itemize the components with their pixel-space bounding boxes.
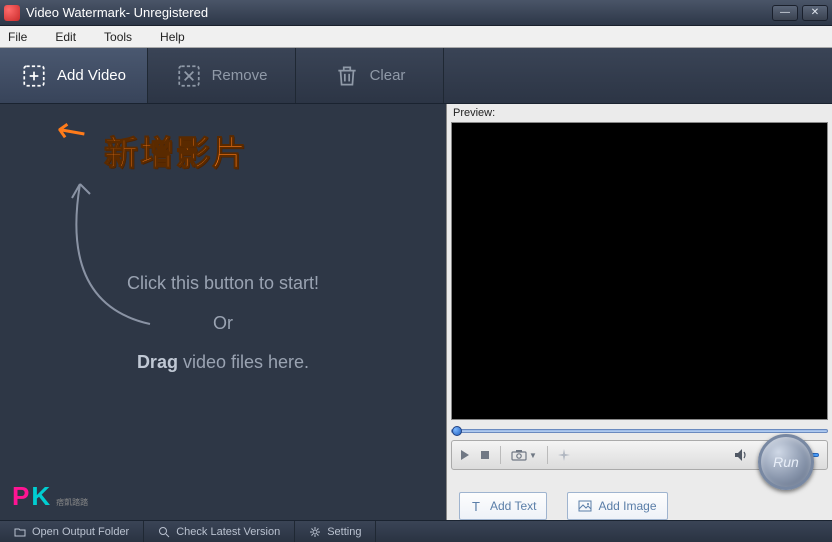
menu-edit[interactable]: Edit: [55, 30, 76, 44]
stop-button[interactable]: [480, 450, 490, 460]
preview-label: Preview:: [447, 104, 832, 122]
play-button[interactable]: [460, 450, 470, 460]
main-body: ↖ 新增影片 Click this button to start! Or Dr…: [0, 104, 832, 520]
trash-icon: [334, 63, 360, 89]
clear-label: Clear: [370, 67, 406, 84]
camera-icon: [511, 449, 527, 461]
effects-button[interactable]: [558, 449, 570, 461]
toolbar: Add Video Remove Clear: [0, 48, 832, 104]
menu-help[interactable]: Help: [160, 30, 185, 44]
window-controls: — ✕: [772, 5, 828, 21]
hint-drag-rest: video files here.: [178, 352, 309, 372]
add-image-label: Add Image: [598, 499, 656, 513]
text-icon: T: [470, 499, 484, 513]
add-text-button[interactable]: T Add Text: [459, 492, 547, 520]
add-video-label: Add Video: [57, 67, 126, 84]
setting-label: Setting: [327, 526, 361, 538]
title-bar: Video Watermark- Unregistered — ✕: [0, 0, 832, 26]
separator: [547, 446, 548, 464]
seek-track[interactable]: [451, 429, 828, 433]
seek-slider[interactable]: [451, 424, 828, 438]
folder-icon: [14, 526, 26, 538]
gear-icon: [309, 526, 321, 538]
remove-button[interactable]: Remove: [148, 48, 296, 103]
open-output-folder-button[interactable]: Open Output Folder: [0, 521, 144, 542]
run-label: Run: [773, 454, 799, 470]
stop-icon: [480, 450, 490, 460]
hint-line3: Drag video files here.: [127, 343, 319, 383]
app-icon: [4, 5, 20, 21]
logo-p: P: [12, 481, 31, 511]
remove-icon: [176, 63, 202, 89]
logo-sub: 痞凱踏踏: [56, 498, 88, 507]
add-image-button[interactable]: Add Image: [567, 492, 667, 520]
preview-panel: Preview: ▼: [446, 104, 832, 520]
seek-thumb[interactable]: [452, 426, 462, 436]
check-version-button[interactable]: Check Latest Version: [144, 521, 295, 542]
image-icon: [578, 499, 592, 513]
logo-k: K: [31, 481, 52, 511]
menu-file[interactable]: File: [8, 30, 27, 44]
minimize-button[interactable]: —: [772, 5, 798, 21]
check-version-label: Check Latest Version: [176, 526, 280, 538]
add-video-button[interactable]: Add Video: [0, 48, 148, 103]
remove-label: Remove: [212, 67, 268, 84]
window-title: Video Watermark- Unregistered: [26, 5, 772, 20]
chevron-down-icon: ▼: [529, 451, 537, 460]
speaker-icon: [735, 449, 749, 461]
run-button[interactable]: Run: [758, 434, 814, 490]
add-text-label: Add Text: [490, 499, 536, 513]
video-list-panel[interactable]: ↖ 新增影片 Click this button to start! Or Dr…: [0, 104, 446, 520]
curve-arrow-icon: [30, 164, 180, 334]
pk-logo: PK 痞凱踏踏: [12, 481, 88, 512]
search-icon: [158, 526, 170, 538]
volume-button[interactable]: [735, 449, 749, 461]
status-bar: Open Output Folder Check Latest Version …: [0, 520, 832, 542]
annotation-arrow-icon: ↖: [47, 105, 96, 157]
snapshot-button[interactable]: ▼: [511, 449, 537, 461]
hint-drag-bold: Drag: [137, 352, 178, 372]
add-video-icon: [21, 63, 47, 89]
preview-area: [451, 122, 828, 420]
open-output-label: Open Output Folder: [32, 526, 129, 538]
clear-button[interactable]: Clear: [296, 48, 444, 103]
menu-tools[interactable]: Tools: [104, 30, 132, 44]
menu-bar: File Edit Tools Help: [0, 26, 832, 48]
watermark-actions: T Add Text Add Image: [451, 492, 828, 520]
setting-button[interactable]: Setting: [295, 521, 376, 542]
separator: [500, 446, 501, 464]
play-icon: [460, 450, 470, 460]
svg-text:T: T: [472, 499, 480, 513]
sparkle-icon: [558, 449, 570, 461]
close-button[interactable]: ✕: [802, 5, 828, 21]
